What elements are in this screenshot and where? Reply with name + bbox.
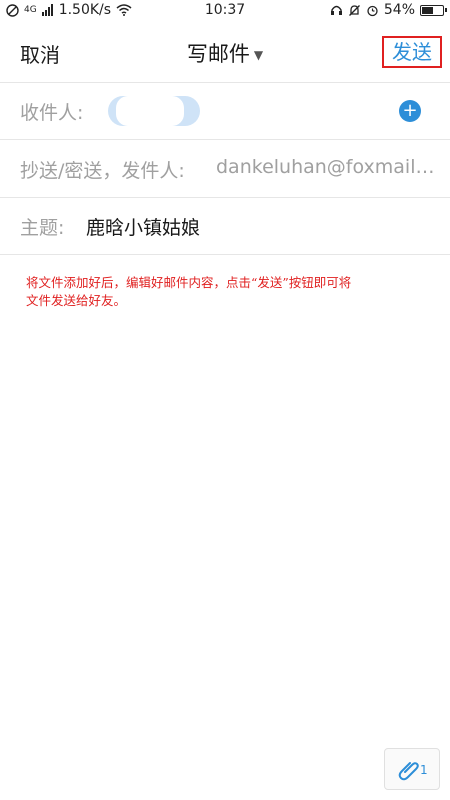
instruction-line-1: 将文件添加好后，编辑好邮件内容，点击“发送”按钮即可将 — [26, 275, 352, 290]
recipients-row[interactable]: 收件人: + — [0, 83, 450, 140]
cc-bcc-sender-row[interactable]: 抄送/密送，发件人: dankeluhan@foxmail.com — [0, 140, 450, 198]
sender-address: dankeluhan@foxmail.com — [216, 156, 440, 178]
cc-bcc-sender-label: 抄送/密送，发件人: — [20, 160, 185, 182]
status-right: 54% — [330, 2, 447, 18]
email-body[interactable]: 将文件添加好后，编辑好邮件内容，点击“发送”按钮即可将 文件发送给好友。 — [26, 274, 416, 310]
attachment-button[interactable]: 1 — [384, 748, 440, 790]
battery-percent: 54% — [383, 2, 415, 18]
page-title: 写邮件 — [186, 42, 250, 66]
instruction-line-2: 文件发送给好友。 — [26, 293, 127, 308]
recipient-chip[interactable] — [108, 96, 200, 126]
headset-icon — [330, 5, 342, 15]
compose-header: 取消 写邮件 ▼ 发送 — [0, 22, 450, 83]
send-button[interactable]: 发送 — [382, 36, 442, 68]
status-bar: 4G 1.50K/s 10:37 54% — [0, 0, 450, 22]
attachment-count: 1 — [420, 763, 428, 777]
recipients-label: 收件人: — [20, 102, 84, 124]
chevron-down-icon: ▼ — [253, 48, 264, 62]
alarm-icon — [367, 5, 378, 16]
plus-icon: + — [402, 100, 418, 121]
subject-label: 主题: — [20, 217, 65, 239]
subject-input[interactable]: 鹿晗小镇姑娘 — [86, 213, 200, 240]
subject-row[interactable]: 主题: 鹿晗小镇姑娘 — [0, 198, 450, 255]
add-recipient-button[interactable]: + — [399, 100, 421, 122]
mute-bell-icon — [348, 4, 360, 16]
battery-icon — [420, 4, 447, 16]
